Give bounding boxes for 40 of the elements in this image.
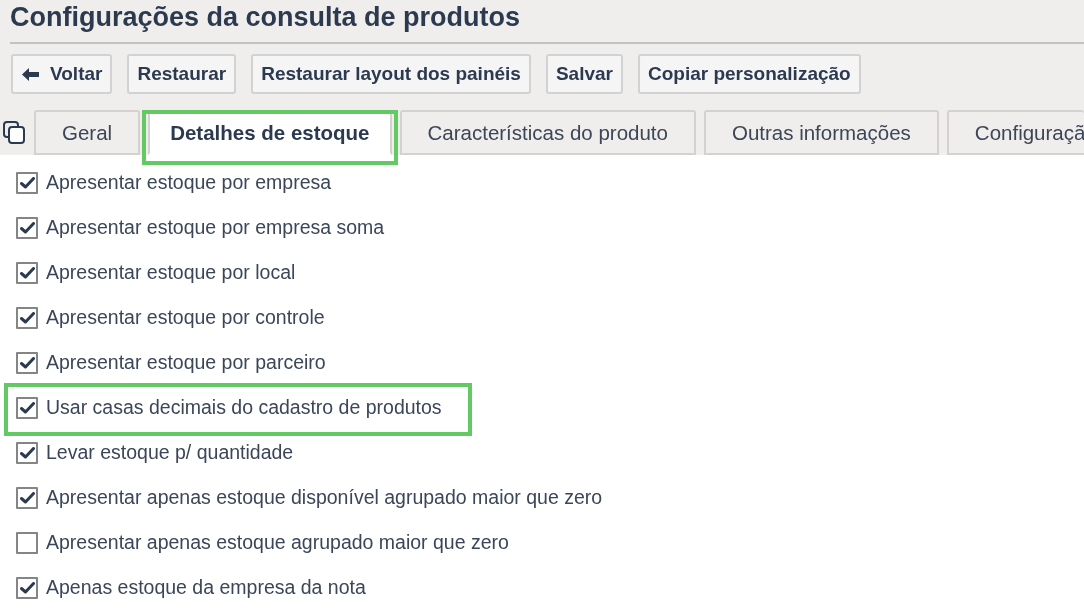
checkmark-icon (19, 266, 35, 279)
option-label: Apresentar estoque por empresa soma (46, 216, 385, 239)
option-label: Apresentar estoque por controle (46, 306, 325, 329)
toolbar-button[interactable]: Salvar (545, 54, 623, 94)
option-label: Apresentar estoque por parceiro (46, 351, 326, 374)
checkmark-icon (19, 446, 35, 459)
page-title: Configurações da consulta de produtos (9, 1, 522, 34)
option-label: Apresentar apenas estoque disponível agrupado maior que zero (46, 486, 603, 509)
option-label: Levar estoque p/ quantidade (46, 441, 294, 464)
checkbox[interactable] (16, 576, 38, 599)
tab[interactable]: Características do produto (399, 110, 696, 155)
checkmark-icon (19, 491, 35, 504)
checkmark-icon (19, 221, 35, 234)
tab[interactable]: Geral (34, 110, 141, 155)
option-label: Apresentar estoque por local (46, 261, 296, 284)
checkbox[interactable] (16, 531, 38, 554)
copy-icon[interactable] (3, 121, 25, 144)
checkmark-icon (19, 311, 35, 324)
tab[interactable]: Outras informações (703, 110, 939, 155)
checkmark-icon (19, 401, 35, 414)
toolbar-button[interactable]: Restaurar (127, 54, 237, 94)
checkbox[interactable] (16, 351, 38, 374)
option-label: Apenas estoque da empresa da nota (46, 576, 366, 599)
option-label: Apresentar apenas estoque agrupado maior que zero (46, 531, 509, 554)
checkmark-icon (19, 356, 35, 369)
option-label: Usar casas decimais do cadastro de produtos (46, 396, 442, 419)
toolbar-button[interactable]: Copiar personalização (637, 54, 861, 94)
checkbox[interactable] (16, 396, 38, 419)
checkbox[interactable] (16, 261, 38, 284)
option-label: Apresentar estoque por empresa (46, 171, 332, 194)
checkbox[interactable] (16, 171, 38, 194)
checkbox[interactable] (16, 306, 38, 329)
toolbar-button[interactable]: Restaurar layout dos painéis (251, 54, 531, 94)
left-arrow-icon (22, 67, 39, 81)
checkbox[interactable] (16, 486, 38, 509)
checkbox[interactable] (16, 441, 38, 464)
toolbar-button[interactable]: Voltar (11, 54, 113, 94)
checkmark-icon (19, 581, 35, 594)
checkbox[interactable] (16, 216, 38, 239)
checkmark-icon (19, 176, 35, 189)
